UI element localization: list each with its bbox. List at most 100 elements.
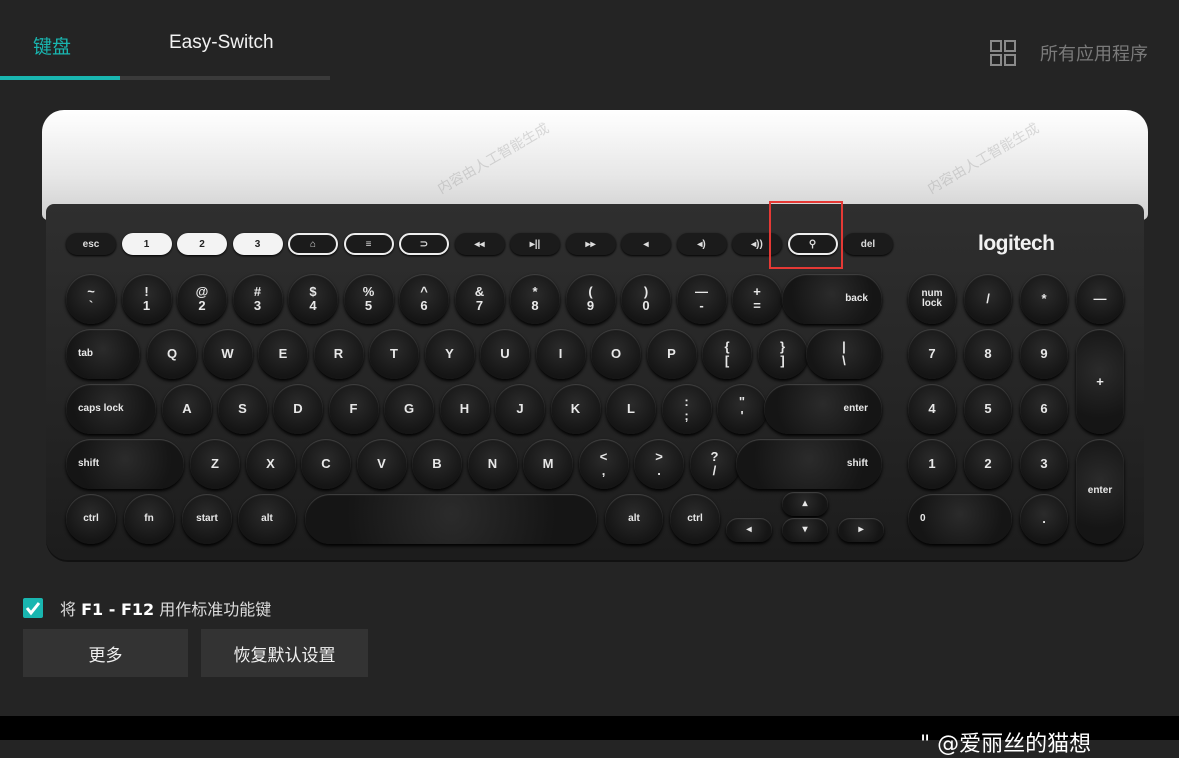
numpad-key[interactable]: * bbox=[1020, 274, 1068, 324]
keyboard-key[interactable]: K bbox=[550, 384, 601, 434]
keyboard-key[interactable]: C bbox=[301, 439, 351, 489]
shift-key[interactable]: shift bbox=[66, 439, 184, 489]
function-key[interactable]: 1 bbox=[121, 233, 172, 255]
keyboard-key[interactable]: : ; bbox=[661, 384, 712, 434]
function-key[interactable]: ◂◂ bbox=[454, 233, 505, 255]
numpad-key[interactable]: 3 bbox=[1020, 439, 1068, 489]
tab-key[interactable]: tab bbox=[66, 329, 140, 379]
backspace-key[interactable]: back bbox=[782, 274, 882, 324]
caps-lock-key[interactable]: caps lock bbox=[66, 384, 156, 434]
keyboard-key[interactable]: Q bbox=[147, 329, 197, 379]
more-button[interactable]: 更多 bbox=[23, 629, 188, 677]
keyboard-key[interactable]: V bbox=[356, 439, 407, 489]
arrow-right-key[interactable]: ▸ bbox=[838, 518, 884, 542]
tab-easy-switch[interactable]: Easy-Switch bbox=[169, 32, 274, 54]
keyboard-key[interactable]: $ 4 bbox=[288, 274, 338, 324]
numpad-key[interactable]: num lock bbox=[908, 274, 956, 324]
keyboard-key[interactable]: U bbox=[480, 329, 530, 379]
keyboard-key[interactable]: % 5 bbox=[343, 274, 394, 324]
function-key[interactable]: ▸|| bbox=[510, 233, 560, 255]
keyboard-key[interactable]: @ 2 bbox=[177, 274, 227, 324]
keyboard-key[interactable]: T bbox=[369, 329, 419, 379]
keyboard-key[interactable]: < , bbox=[578, 439, 629, 489]
numpad-plus-key[interactable]: + bbox=[1076, 329, 1124, 434]
numpad-zero-key[interactable]: 0 bbox=[908, 494, 1012, 544]
keyboard-key[interactable]: ? / bbox=[689, 439, 740, 489]
keyboard-key[interactable]: X bbox=[245, 439, 296, 489]
keyboard-key[interactable]: H bbox=[439, 384, 490, 434]
numpad-enter-key[interactable]: enter bbox=[1076, 439, 1124, 544]
arrow-left-key[interactable]: ◂ bbox=[726, 518, 772, 542]
function-key[interactable]: ▸▸ bbox=[565, 233, 616, 255]
keyboard-key[interactable]: G bbox=[384, 384, 434, 434]
ctrl-key[interactable]: ctrl bbox=[670, 494, 720, 544]
numpad-key[interactable]: — bbox=[1076, 274, 1124, 324]
shift-key[interactable]: shift bbox=[736, 439, 882, 489]
fn-key[interactable]: fn bbox=[124, 494, 174, 544]
keyboard-key[interactable]: Z bbox=[190, 439, 240, 489]
keyboard-key[interactable]: S bbox=[217, 384, 268, 434]
keyboard-key[interactable]: I bbox=[535, 329, 586, 379]
arrow-down-key[interactable]: ▾ bbox=[782, 518, 828, 542]
ctrl-key[interactable]: ctrl bbox=[66, 494, 116, 544]
f-keys-checkbox[interactable] bbox=[23, 598, 43, 618]
keyboard-key[interactable]: & 7 bbox=[454, 274, 505, 324]
function-key[interactable]: ◂) bbox=[676, 233, 727, 255]
start-key[interactable]: start bbox=[182, 494, 232, 544]
keyboard-key[interactable]: D bbox=[273, 384, 323, 434]
grid-icon[interactable] bbox=[990, 40, 1016, 66]
function-key[interactable]: 2 bbox=[177, 233, 227, 255]
keyboard-key[interactable]: Y bbox=[424, 329, 475, 379]
reset-defaults-button[interactable]: 恢复默认设置 bbox=[201, 629, 368, 677]
alt-key[interactable]: alt bbox=[238, 494, 296, 544]
numpad-key[interactable]: 7 bbox=[908, 329, 956, 379]
keyboard-key[interactable]: P bbox=[646, 329, 697, 379]
keyboard-key[interactable]: ^ 6 bbox=[399, 274, 449, 324]
keyboard-key[interactable]: F bbox=[328, 384, 379, 434]
spacebar-key[interactable] bbox=[305, 494, 597, 544]
app-selector[interactable]: 所有应用程序 bbox=[1040, 40, 1148, 66]
function-key[interactable]: esc bbox=[66, 233, 116, 255]
enter-key[interactable]: enter bbox=[764, 384, 882, 434]
numpad-key[interactable]: . bbox=[1020, 494, 1068, 544]
keyboard-key[interactable]: W bbox=[202, 329, 253, 379]
keyboard-key[interactable]: B bbox=[412, 439, 462, 489]
keyboard-key[interactable]: } ] bbox=[757, 329, 808, 379]
numpad-key[interactable]: 5 bbox=[964, 384, 1012, 434]
numpad-key[interactable]: / bbox=[964, 274, 1012, 324]
function-key[interactable]: ⌂ bbox=[288, 233, 338, 255]
arrow-up-key[interactable]: ▴ bbox=[782, 492, 828, 516]
function-key[interactable]: 3 bbox=[232, 233, 283, 255]
numpad-key[interactable]: 1 bbox=[908, 439, 956, 489]
keyboard-key[interactable]: # 3 bbox=[232, 274, 283, 324]
keyboard-key[interactable]: — - bbox=[676, 274, 727, 324]
keyboard-key[interactable]: A bbox=[162, 384, 212, 434]
function-key[interactable]: ◂ bbox=[621, 233, 671, 255]
keyboard-key[interactable]: ( 9 bbox=[565, 274, 616, 324]
function-key[interactable]: ≡ bbox=[343, 233, 394, 255]
keyboard-key[interactable]: N bbox=[467, 439, 518, 489]
keyboard-key[interactable]: * 8 bbox=[510, 274, 560, 324]
keyboard-key[interactable]: + = bbox=[732, 274, 782, 324]
keyboard-key[interactable]: ~ ` bbox=[66, 274, 116, 324]
numpad-key[interactable]: 2 bbox=[964, 439, 1012, 489]
keyboard-key[interactable]: R bbox=[313, 329, 364, 379]
function-key[interactable]: del bbox=[843, 233, 893, 255]
numpad-key[interactable]: 4 bbox=[908, 384, 956, 434]
keyboard-key[interactable]: L bbox=[606, 384, 656, 434]
keyboard-key[interactable]: ! 1 bbox=[121, 274, 172, 324]
numpad-key[interactable]: 6 bbox=[1020, 384, 1068, 434]
numpad-key[interactable]: 8 bbox=[964, 329, 1012, 379]
keyboard-key[interactable]: M bbox=[523, 439, 573, 489]
keyboard-key[interactable]: " ' bbox=[717, 384, 767, 434]
tab-keyboard[interactable]: 键盘 bbox=[33, 32, 71, 59]
keyboard-key[interactable]: { [ bbox=[702, 329, 752, 379]
keyboard-key[interactable]: E bbox=[258, 329, 308, 379]
keyboard-key[interactable]: > . bbox=[634, 439, 684, 489]
numpad-key[interactable]: 9 bbox=[1020, 329, 1068, 379]
function-key[interactable]: ⊃ bbox=[399, 233, 449, 255]
keyboard-key[interactable]: ) 0 bbox=[621, 274, 671, 324]
keyboard-key[interactable]: O bbox=[591, 329, 641, 379]
keyboard-key[interactable]: | \ bbox=[806, 329, 882, 379]
alt-key[interactable]: alt bbox=[605, 494, 663, 544]
